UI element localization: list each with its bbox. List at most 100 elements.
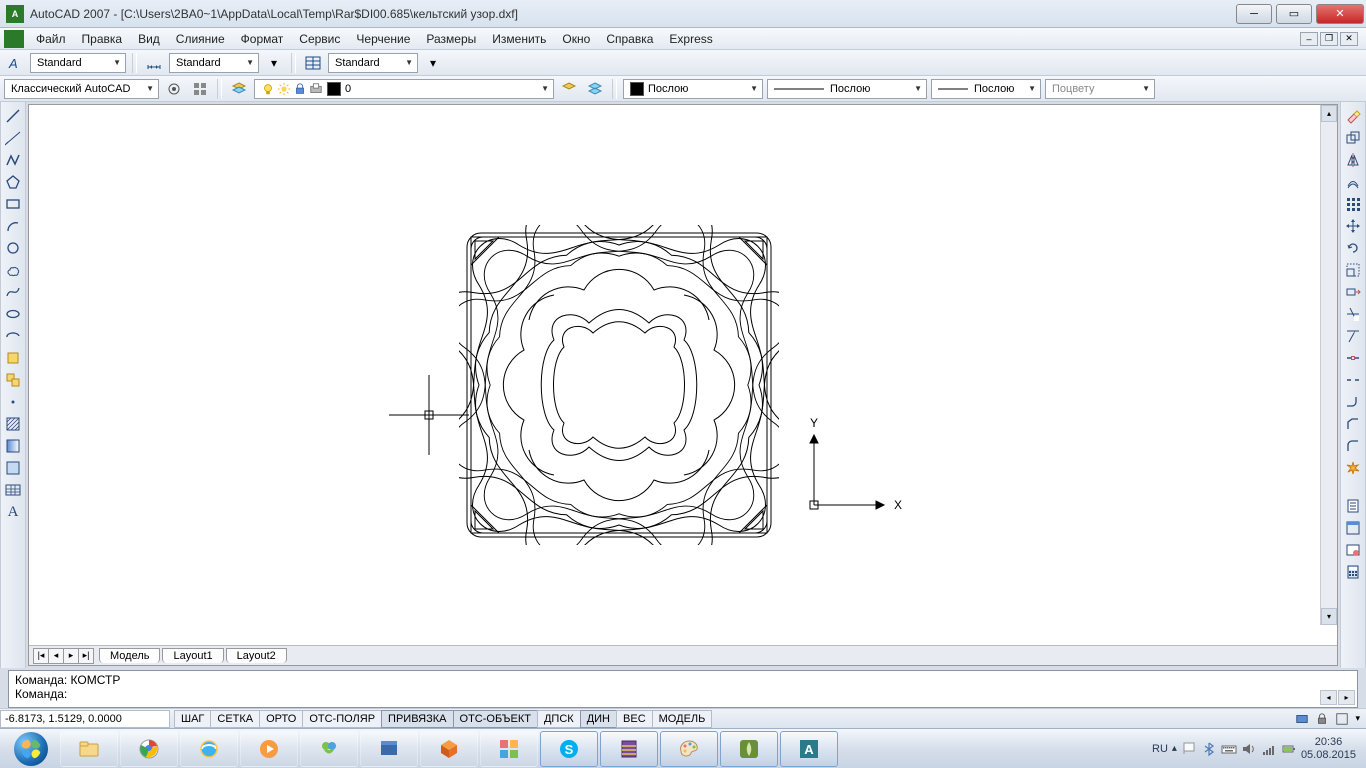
status-орто[interactable]: ОРТО — [259, 710, 303, 728]
table-style-icon[interactable] — [302, 52, 324, 74]
break-icon[interactable] — [1343, 370, 1363, 390]
tray-battery-icon[interactable] — [1281, 741, 1297, 757]
rectangle-icon[interactable] — [3, 194, 23, 214]
block-make-icon[interactable] — [3, 370, 23, 390]
linetype-combo[interactable]: Послою▼ — [767, 79, 927, 99]
status-модель[interactable]: МОДЕЛЬ — [652, 710, 713, 728]
status-сетка[interactable]: СЕТКА — [210, 710, 260, 728]
tab-first-icon[interactable]: |◂ — [33, 648, 49, 664]
tab-next-icon[interactable]: ▸ — [63, 648, 79, 664]
tab-layout1[interactable]: Layout1 — [162, 648, 223, 663]
taskbar-wmp[interactable] — [240, 731, 298, 767]
menu-help[interactable]: Справка — [598, 30, 661, 48]
scroll-right-icon[interactable]: ▸ — [1338, 690, 1355, 705]
mtext-icon[interactable]: A — [3, 502, 23, 522]
tray-clock[interactable]: 20:36 05.08.2015 — [1301, 736, 1356, 762]
xline-icon[interactable] — [3, 128, 23, 148]
menu-tools[interactable]: Сервис — [291, 30, 348, 48]
mdi-restore-button[interactable]: ❐ — [1320, 32, 1338, 46]
app-menu-icon[interactable] — [4, 30, 24, 48]
explode-icon[interactable] — [1343, 458, 1363, 478]
scroll-down-icon[interactable]: ▾ — [1321, 608, 1337, 625]
status-шаг[interactable]: ШАГ — [174, 710, 211, 728]
tray-bluetooth-icon[interactable] — [1201, 741, 1217, 757]
taskbar-msn[interactable] — [300, 731, 358, 767]
spline-icon[interactable] — [3, 282, 23, 302]
menu-express[interactable]: Express — [661, 30, 720, 48]
block-insert-icon[interactable] — [3, 348, 23, 368]
tab-last-icon[interactable]: ▸| — [78, 648, 94, 664]
chamfer-icon[interactable] — [1343, 414, 1363, 434]
workspace-combo[interactable]: Классический AutoCAD▼ — [4, 79, 159, 99]
plotstyle-combo[interactable]: Поцвету▼ — [1045, 79, 1155, 99]
tab-model[interactable]: Модель — [99, 648, 160, 663]
taskbar-autocad[interactable]: A — [780, 731, 838, 767]
taskbar-app3[interactable] — [480, 731, 538, 767]
status-дин[interactable]: ДИН — [580, 710, 617, 728]
workspace-settings-icon[interactable] — [163, 78, 185, 100]
taskbar-chrome[interactable] — [120, 731, 178, 767]
tray-flag-icon[interactable] — [1181, 741, 1197, 757]
start-button[interactable] — [4, 731, 58, 767]
menu-format[interactable]: Формат — [233, 30, 292, 48]
tray-network-icon[interactable] — [1261, 741, 1277, 757]
region-icon[interactable] — [3, 458, 23, 478]
taskbar-corel[interactable] — [720, 731, 778, 767]
comm-center-icon[interactable] — [1295, 712, 1309, 726]
mdi-close-button[interactable]: ✕ — [1340, 32, 1358, 46]
status-отс-объект[interactable]: ОТС-ОБЪЕКТ — [453, 710, 538, 728]
menu-draw[interactable]: Черчение — [348, 30, 418, 48]
taskbar-app1[interactable] — [360, 731, 418, 767]
markup-icon[interactable] — [1343, 540, 1363, 560]
erase-icon[interactable] — [1343, 106, 1363, 126]
tray-show-hidden-icon[interactable]: ▴ — [1172, 743, 1177, 754]
dim-style-flyout-icon[interactable]: ▾ — [263, 52, 285, 74]
lineweight-combo[interactable]: Послою▼ — [931, 79, 1041, 99]
scroll-up-icon[interactable]: ▴ — [1321, 105, 1337, 122]
menu-dimension[interactable]: Размеры — [418, 30, 484, 48]
tray-volume-icon[interactable] — [1241, 741, 1257, 757]
offset-icon[interactable] — [1343, 172, 1363, 192]
arc-icon[interactable] — [3, 216, 23, 236]
status-дпск[interactable]: ДПСК — [537, 710, 581, 728]
layer-states-icon[interactable] — [584, 78, 606, 100]
layer-manager-icon[interactable] — [228, 78, 250, 100]
table-icon[interactable] — [3, 480, 23, 500]
tray-keyboard-icon[interactable] — [1221, 741, 1237, 757]
color-combo[interactable]: Послою▼ — [623, 79, 763, 99]
status-привязка[interactable]: ПРИВЯЗКА — [381, 710, 453, 728]
taskbar-paint[interactable] — [660, 731, 718, 767]
trim-icon[interactable] — [1343, 304, 1363, 324]
rotate-icon[interactable] — [1343, 238, 1363, 258]
drawing-canvas[interactable]: X Y ▴ ▾ — [29, 105, 1337, 645]
status-tray-arrow-icon[interactable]: ▾ — [1355, 713, 1360, 724]
ellipse-arc-icon[interactable] — [3, 326, 23, 346]
taskbar-app2[interactable] — [420, 731, 478, 767]
gradient-icon[interactable] — [3, 436, 23, 456]
line-icon[interactable] — [3, 106, 23, 126]
menu-file[interactable]: Файл — [28, 30, 74, 48]
layer-previous-icon[interactable] — [558, 78, 580, 100]
taskbar-ie[interactable] — [180, 731, 238, 767]
close-button[interactable]: ✕ — [1316, 4, 1364, 24]
maximize-button[interactable]: ▭ — [1276, 4, 1312, 24]
text-style-combo[interactable]: Standard▼ — [30, 53, 126, 73]
tray-lang[interactable]: RU — [1152, 743, 1168, 755]
status-вес[interactable]: ВЕС — [616, 710, 653, 728]
join-icon[interactable] — [1343, 392, 1363, 412]
command-window[interactable]: Команда: КОМСТР Команда: ◂ ▸ — [8, 670, 1358, 708]
menu-modify[interactable]: Изменить — [484, 30, 554, 48]
clean-screen-icon[interactable] — [1335, 712, 1349, 726]
menu-view[interactable]: Вид — [130, 30, 168, 48]
quickcalc-icon[interactable] — [1343, 562, 1363, 582]
scale-icon[interactable] — [1343, 260, 1363, 280]
table-style-flyout-icon[interactable]: ▾ — [422, 52, 444, 74]
menu-edit[interactable]: Правка — [74, 30, 131, 48]
polyline-icon[interactable] — [3, 150, 23, 170]
break-at-point-icon[interactable] — [1343, 348, 1363, 368]
fillet-icon[interactable] — [1343, 436, 1363, 456]
tool-palettes-icon[interactable] — [1343, 518, 1363, 538]
revcloud-icon[interactable] — [3, 260, 23, 280]
tab-prev-icon[interactable]: ◂ — [48, 648, 64, 664]
ellipse-icon[interactable] — [3, 304, 23, 324]
